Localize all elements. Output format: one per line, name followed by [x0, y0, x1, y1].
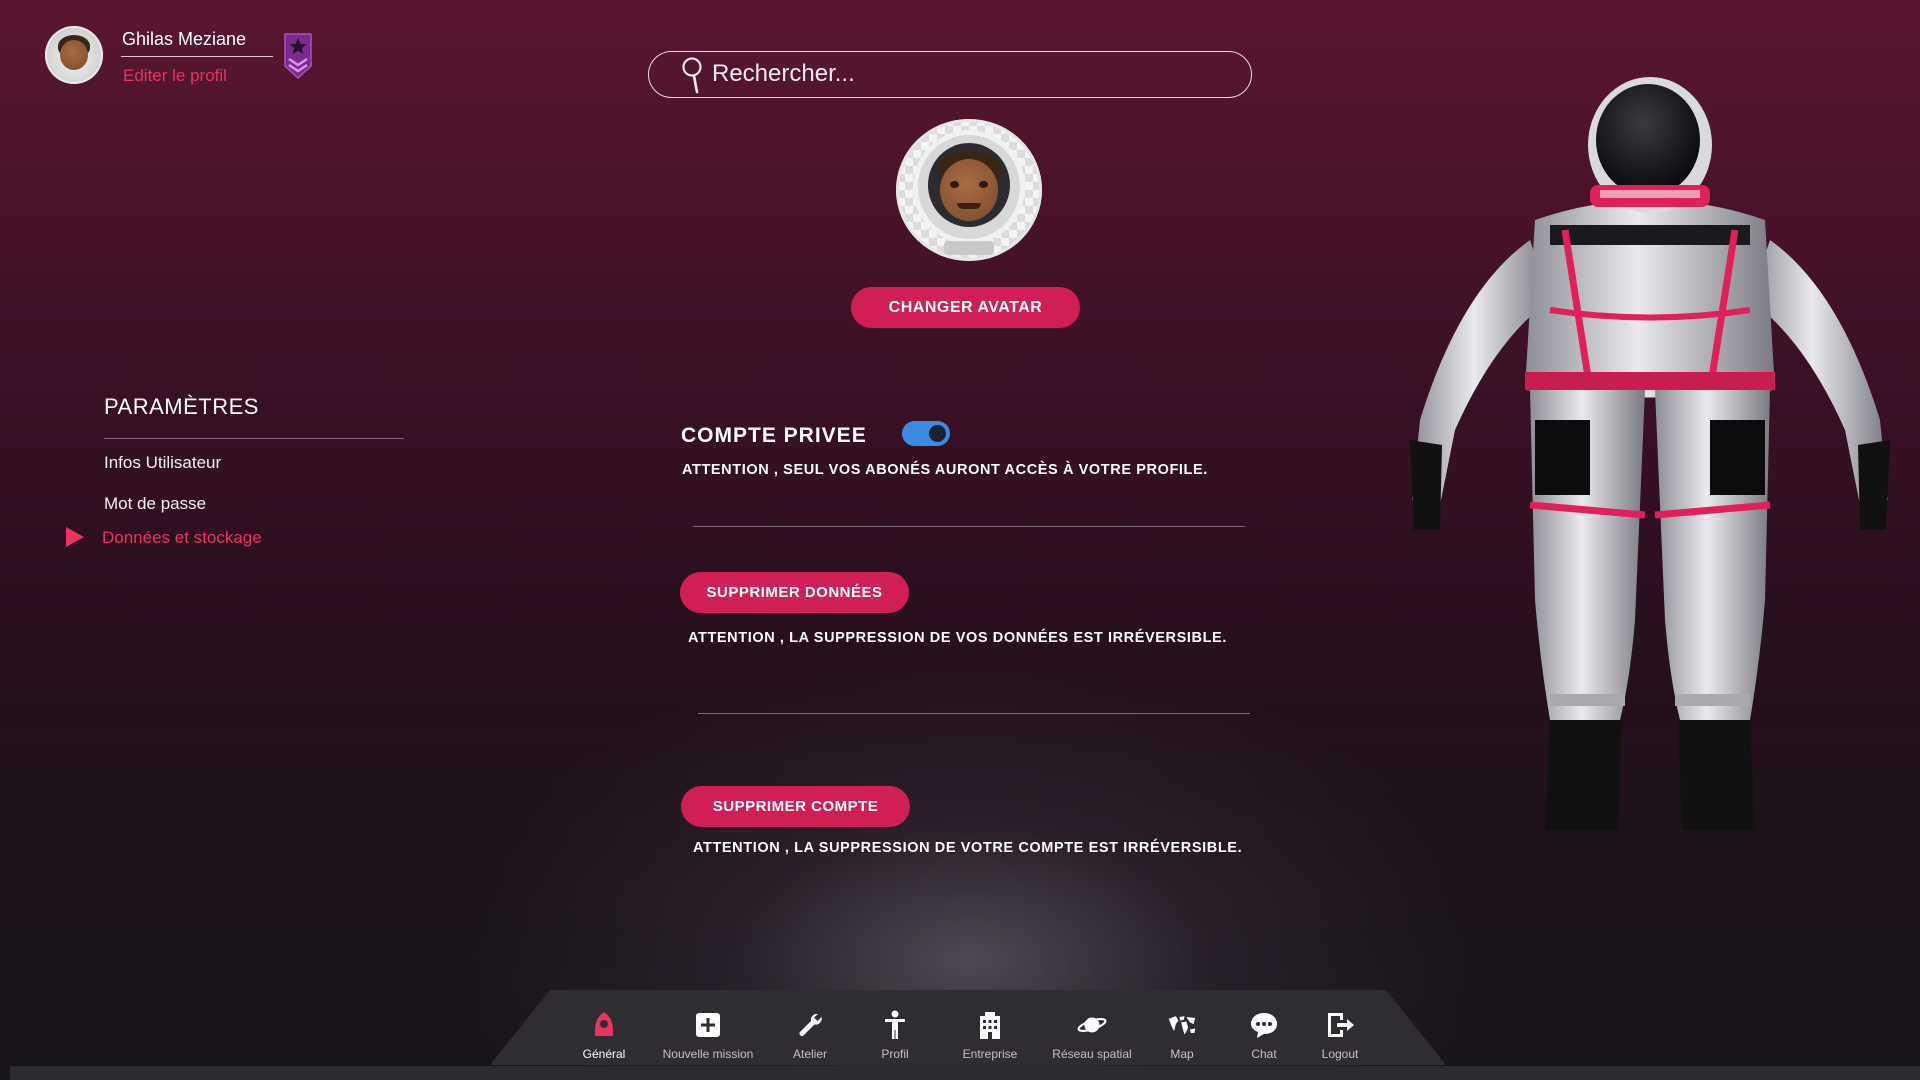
edit-profile-link[interactable]: Editer le profil	[123, 66, 227, 86]
nav-label-profil: Profil	[881, 1047, 909, 1061]
astronaut-illustration	[1410, 77, 1890, 830]
person-icon	[880, 1010, 910, 1040]
user-avatar[interactable]	[45, 26, 103, 84]
user-name: Ghilas Meziane	[122, 29, 247, 49]
nav-item-reseau-spatial[interactable]: Réseau spatial	[1050, 1010, 1134, 1061]
user-name-divider	[121, 56, 273, 57]
nav-label-reseau-spatial: Réseau spatial	[1052, 1047, 1132, 1061]
delete-account-button[interactable]: SUPPRIMER COMPTE	[681, 786, 910, 827]
delete-data-button[interactable]: SUPPRIMER DONNÉES	[680, 572, 909, 613]
nav-label-logout: Logout	[1321, 1047, 1359, 1061]
nav-item-profil[interactable]: Profil	[865, 1010, 925, 1061]
rank-badge-icon	[284, 33, 312, 80]
logout-icon	[1325, 1010, 1355, 1040]
plus-square-icon	[693, 1010, 723, 1040]
nav-item-new-mission[interactable]: Nouvelle mission	[656, 1010, 760, 1061]
toggle-knob	[929, 425, 946, 442]
private-account-warning: ATTENTION , SEUL VOS ABONÉS AURONT ACCÈS…	[682, 462, 1208, 478]
world-map-icon	[1167, 1010, 1197, 1040]
rocket-icon	[589, 1010, 619, 1040]
nav-label-general: Général	[582, 1047, 626, 1061]
nav-item-general[interactable]: Général	[570, 1010, 638, 1061]
chat-bubble-icon	[1249, 1010, 1279, 1040]
nav-item-chat[interactable]: Chat	[1242, 1010, 1286, 1061]
planet-icon	[1077, 1010, 1107, 1040]
nav-label-atelier: Atelier	[792, 1047, 827, 1061]
sidebar-item-data-storage[interactable]: Données et stockage	[102, 528, 262, 548]
nav-label-entreprise: Entreprise	[962, 1047, 1018, 1061]
search-icon	[682, 57, 702, 94]
settings-divider	[104, 438, 404, 439]
sidebar-item-password[interactable]: Mot de passe	[104, 494, 206, 514]
nav-item-atelier[interactable]: Atelier	[780, 1010, 840, 1061]
bottom-scrollbar-track	[10, 1066, 1920, 1080]
nav-label-new-mission: Nouvelle mission	[662, 1047, 754, 1061]
building-icon	[975, 1010, 1005, 1040]
nav-label-map: Map	[1170, 1047, 1194, 1061]
sidebar-item-user-info[interactable]: Infos Utilisateur	[104, 453, 221, 473]
nav-item-logout[interactable]: Logout	[1316, 1010, 1364, 1061]
settings-title: PARAMÈTRES	[104, 394, 259, 419]
nav-item-map[interactable]: Map	[1158, 1010, 1206, 1061]
active-arrow-icon	[66, 527, 84, 547]
profile-avatar	[896, 119, 1042, 261]
search-input[interactable]	[712, 58, 1232, 90]
section-divider-1	[693, 526, 1245, 527]
delete-account-warning: ATTENTION , LA SUPPRESSION DE VOTRE COMP…	[693, 840, 1243, 856]
wrench-icon	[795, 1010, 825, 1040]
section-divider-2	[698, 713, 1250, 714]
change-avatar-button[interactable]: CHANGER AVATAR	[851, 287, 1080, 328]
nav-label-chat: Chat	[1251, 1047, 1277, 1061]
delete-data-warning: ATTENTION , LA SUPPRESSION DE VOS DONNÉE…	[688, 630, 1227, 646]
private-account-toggle[interactable]	[902, 421, 950, 446]
nav-item-entreprise[interactable]: Entreprise	[955, 1010, 1025, 1061]
private-account-label: COMPTE PRIVEE	[681, 424, 867, 447]
